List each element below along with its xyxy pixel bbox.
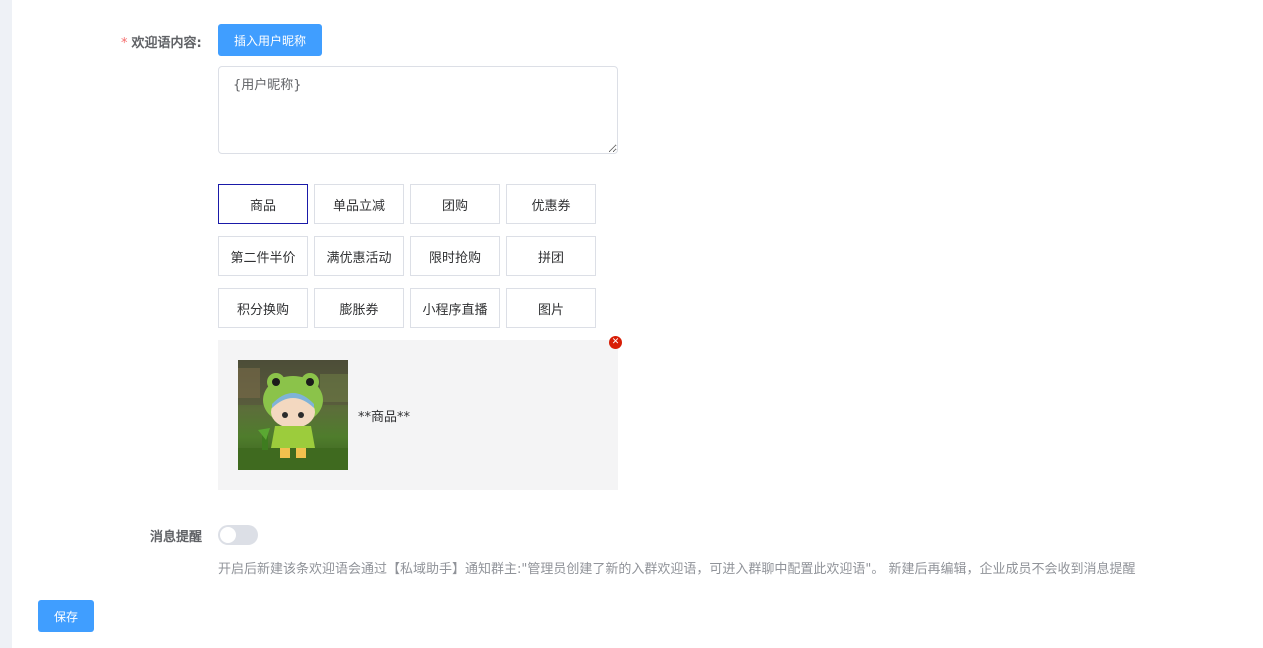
attachment-type-button[interactable]: 商品 xyxy=(218,184,308,224)
notify-help-text: 开启后新建该条欢迎语会通过【私域助手】通知群主:"管理员创建了新的入群欢迎语，可… xyxy=(218,562,1136,577)
attachment-type-button[interactable]: 单品立减 xyxy=(314,184,404,224)
notify-toggle[interactable] xyxy=(218,525,258,545)
left-edge-strip xyxy=(0,0,12,648)
attachment-title: **商品** xyxy=(358,410,411,425)
attachment-type-button[interactable]: 团购 xyxy=(410,184,500,224)
tool-row: 第二件半价 满优惠活动 限时抢购 拼团 xyxy=(218,236,600,276)
attachment-type-button[interactable]: 优惠券 xyxy=(506,184,596,224)
insert-nickname-button[interactable]: 插入用户昵称 xyxy=(218,24,322,56)
save-button[interactable]: 保存 xyxy=(38,600,94,632)
welcome-content-label-text: 欢迎语内容: xyxy=(131,36,202,51)
welcome-content-label: * 欢迎语内容: xyxy=(121,32,202,51)
attachment-preview-card: **商品** xyxy=(218,340,618,490)
attachment-type-button[interactable]: 第二件半价 xyxy=(218,236,308,276)
welcome-content-textarea[interactable] xyxy=(218,66,618,154)
product-thumbnail xyxy=(238,360,348,470)
attachment-type-button[interactable]: 小程序直播 xyxy=(410,288,500,328)
tool-row: 商品 单品立减 团购 优惠券 xyxy=(218,184,600,224)
notify-toggle-knob xyxy=(220,527,236,543)
remove-attachment-icon[interactable]: ✕ xyxy=(609,336,622,349)
attachment-type-button[interactable]: 限时抢购 xyxy=(410,236,500,276)
attachment-type-grid: 商品 单品立减 团购 优惠券 第二件半价 满优惠活动 限时抢购 拼团 积分换购 膨胀券 小程序直播图… xyxy=(218,184,600,340)
product-figure-icon xyxy=(238,360,348,470)
attachment-type-button[interactable]: 膨胀券 xyxy=(314,288,404,328)
notify-label: 消息提醒 xyxy=(150,530,203,545)
attachment-type-button[interactable]: 积分换购 xyxy=(218,288,308,328)
attachment-type-button[interactable]: 图片 xyxy=(506,288,596,328)
required-mark: * xyxy=(121,36,128,51)
tool-row: 积分换购 膨胀券 小程序直播 图片 xyxy=(218,288,600,328)
attachment-type-button[interactable]: 满优惠活动 xyxy=(314,236,404,276)
attachment-type-button[interactable]: 拼团 xyxy=(506,236,596,276)
